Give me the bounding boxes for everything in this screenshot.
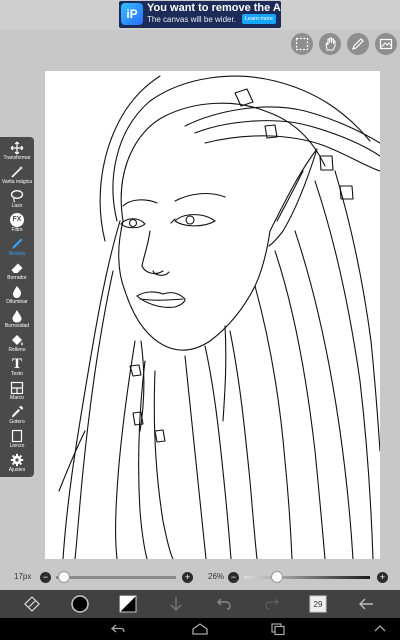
- tool-text[interactable]: T Texto: [0, 356, 34, 380]
- image-icon[interactable]: [375, 33, 397, 55]
- tool-settings[interactable]: Ajustes: [0, 452, 34, 476]
- tool-blur[interactable]: Borrosidad: [0, 308, 34, 332]
- brush-size-minus-button[interactable]: −: [40, 572, 51, 583]
- brush-settings-icon[interactable]: [22, 594, 42, 614]
- pen-icon[interactable]: [347, 33, 369, 55]
- ad-learn-more-button[interactable]: Learn more: [241, 14, 276, 24]
- lasso-icon: [10, 190, 24, 203]
- text-icon: T: [11, 356, 22, 372]
- nav-recents-icon[interactable]: [270, 622, 286, 636]
- drawing-canvas[interactable]: [45, 71, 380, 559]
- brush-size-label: 17px: [14, 572, 32, 581]
- brush-icon: [12, 238, 23, 249]
- tool-frame[interactable]: Marco: [0, 380, 34, 404]
- move-icon: [10, 141, 24, 155]
- tool-panel: Transformar Varita mágica Lazo FX Filtro…: [0, 137, 34, 477]
- android-nav-bar: [0, 618, 400, 640]
- back-icon[interactable]: [356, 594, 376, 614]
- download-icon[interactable]: [166, 594, 186, 614]
- tool-label: Borrador: [7, 275, 27, 281]
- opacity-plus-button[interactable]: +: [377, 572, 388, 583]
- ibis-logo-icon: iP: [121, 3, 143, 25]
- fill-icon: [12, 335, 23, 346]
- tool-label: Relleno: [8, 347, 26, 353]
- redo-icon[interactable]: [262, 594, 282, 614]
- tool-smudge[interactable]: Difuminar: [0, 284, 34, 308]
- layers-icon[interactable]: 29: [308, 594, 328, 614]
- tool-label: Marco: [10, 395, 24, 401]
- undo-icon[interactable]: [214, 594, 234, 614]
- tool-label: Brocha: [9, 251, 25, 257]
- tool-brush[interactable]: Brocha: [0, 236, 34, 260]
- hand-icon[interactable]: [319, 33, 341, 55]
- tool-label: Gotero: [9, 419, 25, 425]
- eraser-icon: [11, 263, 23, 273]
- ad-bar: iP You want to remove the Ad? The canvas…: [0, 0, 400, 30]
- tool-eraser[interactable]: Borrador: [0, 260, 34, 284]
- tool-magic-wand[interactable]: Varita mágica: [0, 164, 34, 188]
- tool-label: Filtro: [11, 227, 23, 233]
- fx-icon: FX: [10, 213, 24, 227]
- nav-home-icon[interactable]: [192, 622, 208, 636]
- opacity-slider[interactable]: [244, 576, 370, 579]
- opacity-knob[interactable]: [270, 571, 283, 583]
- line-art-drawing: [58, 75, 380, 559]
- top-toolbar: [0, 30, 400, 60]
- nav-back-icon[interactable]: [110, 622, 126, 636]
- ad-banner[interactable]: iP You want to remove the Ad? The canvas…: [119, 1, 281, 28]
- tool-transform[interactable]: Transformar: [0, 140, 34, 164]
- selection-icon[interactable]: [291, 33, 313, 55]
- brush-size-plus-button[interactable]: +: [182, 572, 193, 583]
- opacity-label: 26%: [208, 572, 225, 581]
- eyedropper-icon: [12, 405, 24, 418]
- magic-wand-icon: [11, 166, 23, 178]
- tool-label: Transformar: [3, 155, 31, 161]
- tool-filter[interactable]: FX Filtro: [0, 212, 34, 236]
- action-bar: 29: [0, 590, 400, 618]
- brush-size-slider[interactable]: [56, 576, 176, 579]
- tool-label: Difuminar: [6, 299, 28, 305]
- opacity-minus-button[interactable]: −: [228, 572, 239, 583]
- tool-label: Lienzo: [9, 443, 25, 449]
- ad-subtitle: The canvas will be wider.: [147, 15, 236, 24]
- slider-row: 17px − + 26% − +: [0, 566, 400, 590]
- nav-up-icon[interactable]: [372, 622, 388, 636]
- layer-count: 29: [314, 600, 323, 609]
- tool-label: Borrosidad: [4, 323, 30, 329]
- ad-title: You want to remove the Ad?: [147, 2, 281, 14]
- tool-label: Texto: [11, 371, 23, 377]
- tool-label: Lazo: [11, 203, 23, 209]
- tool-label: Ajustes: [8, 467, 26, 473]
- blur-icon: [12, 310, 22, 323]
- canvas-icon: [11, 429, 23, 443]
- tool-label: Varita mágica: [1, 179, 33, 185]
- tool-canvas[interactable]: Lienzo: [0, 428, 34, 452]
- tool-fill[interactable]: Relleno: [0, 332, 34, 356]
- tool-lasso[interactable]: Lazo: [0, 188, 34, 212]
- gear-icon: [10, 453, 24, 467]
- color-picker-icon[interactable]: [70, 594, 90, 614]
- smudge-icon: [13, 286, 21, 298]
- frame-icon: [10, 381, 24, 395]
- secondary-color-icon[interactable]: [118, 594, 138, 614]
- brush-size-knob[interactable]: [57, 571, 70, 583]
- tool-eyedropper[interactable]: Gotero: [0, 404, 34, 428]
